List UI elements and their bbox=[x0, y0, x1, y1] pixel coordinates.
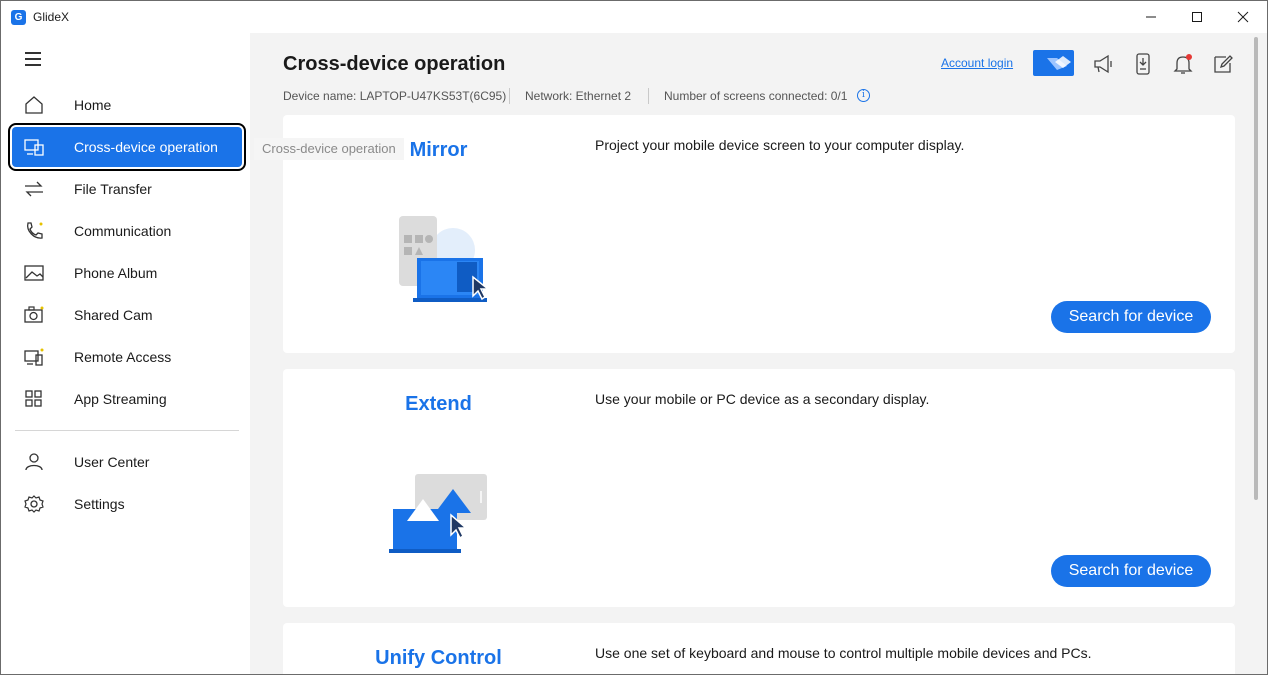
close-icon bbox=[1237, 11, 1249, 23]
sidebar-item-label: Settings bbox=[74, 496, 125, 512]
tooltip: Cross-device operation bbox=[254, 138, 404, 160]
page-title: Cross-device operation bbox=[283, 53, 506, 75]
card-title: Unify Control bbox=[375, 647, 502, 669]
divider bbox=[509, 88, 510, 104]
promo-banner-button[interactable] bbox=[1033, 50, 1074, 76]
maximize-button[interactable] bbox=[1174, 1, 1220, 33]
screens-connected-label: Number of screens connected: 0/1 bbox=[664, 89, 848, 103]
promo-logo-icon bbox=[1047, 56, 1071, 70]
remote-access-icon bbox=[24, 348, 44, 366]
bell-icon bbox=[1173, 54, 1193, 74]
notifications-button[interactable] bbox=[1171, 52, 1195, 76]
home-icon bbox=[25, 96, 43, 114]
feedback-icon bbox=[1214, 55, 1233, 73]
hamburger-icon bbox=[25, 52, 41, 54]
phone-icon bbox=[27, 222, 43, 239]
sidebar-item-label: Cross-device operation bbox=[74, 139, 218, 155]
hamburger-line bbox=[25, 64, 41, 66]
app-window: G GlideX Home Cross-device operation Fil… bbox=[0, 0, 1268, 675]
sidebar-item-label: Communication bbox=[74, 223, 172, 239]
network-label: Network: Ethernet 2 bbox=[525, 89, 632, 103]
device-name-label: Device name: LAPTOP-U47KS53T(6C95) bbox=[283, 89, 507, 103]
menu-toggle-button[interactable] bbox=[23, 49, 45, 67]
apps-grid-icon bbox=[25, 390, 42, 407]
sidebar-item-label: User Center bbox=[74, 454, 150, 470]
close-button[interactable] bbox=[1220, 1, 1266, 33]
title-bar: G GlideX bbox=[1, 1, 1267, 33]
card-description: Use your mobile or PC device as a second… bbox=[595, 391, 930, 407]
file-transfer-icon bbox=[25, 181, 43, 197]
extend-search-button[interactable]: Search for device bbox=[1051, 555, 1211, 587]
announcement-button[interactable] bbox=[1091, 52, 1115, 76]
sidebar-divider bbox=[15, 430, 239, 431]
sidebar-item-file-transfer[interactable]: File Transfer bbox=[12, 169, 242, 209]
window-title: GlideX bbox=[33, 10, 70, 24]
minimize-icon bbox=[1146, 16, 1156, 18]
divider bbox=[648, 88, 649, 104]
minimize-button[interactable] bbox=[1128, 1, 1174, 33]
sidebar-item-phone-album[interactable]: Phone Album bbox=[12, 253, 242, 293]
camera-icon bbox=[24, 306, 44, 323]
sidebar-item-home[interactable]: Home bbox=[12, 85, 242, 125]
sidebar-item-label: File Transfer bbox=[74, 181, 152, 197]
sidebar-item-app-streaming[interactable]: App Streaming bbox=[12, 379, 242, 419]
image-icon bbox=[24, 265, 44, 281]
sidebar-item-label: Remote Access bbox=[74, 349, 172, 365]
extend-illustration-icon bbox=[389, 474, 487, 553]
sidebar-item-label: Home bbox=[74, 97, 112, 113]
card-description: Use one set of keyboard and mouse to con… bbox=[595, 645, 1092, 661]
unify-control-card: Unify Control Use one set of keyboard an… bbox=[283, 623, 1235, 674]
sidebar-item-shared-cam[interactable]: Shared Cam bbox=[12, 295, 242, 335]
sidebar-item-user-center[interactable]: User Center bbox=[12, 442, 242, 482]
main-content: Cross-device operation Device name: LAPT… bbox=[250, 33, 1267, 674]
sidebar-item-communication[interactable]: Communication bbox=[12, 211, 242, 251]
download-button[interactable] bbox=[1131, 52, 1155, 76]
sidebar-item-cross-device[interactable]: Cross-device operation bbox=[8, 123, 246, 171]
scrollbar[interactable] bbox=[1254, 37, 1258, 500]
sidebar-item-label: Shared Cam bbox=[74, 307, 153, 323]
mirror-search-button[interactable]: Search for device bbox=[1051, 301, 1211, 333]
phone-download-icon bbox=[1136, 53, 1150, 75]
sidebar-item-label: App Streaming bbox=[74, 391, 167, 407]
user-icon bbox=[25, 453, 43, 471]
card-description: Project your mobile device screen to you… bbox=[595, 137, 965, 153]
info-icon[interactable]: i bbox=[857, 89, 870, 102]
mirror-card: Mirror Project your mobile device screen… bbox=[283, 115, 1235, 353]
hamburger-line bbox=[25, 58, 41, 60]
maximize-icon bbox=[1192, 12, 1202, 22]
cross-device-icon bbox=[24, 139, 44, 156]
card-title: Extend bbox=[405, 393, 472, 415]
sidebar: Home Cross-device operation File Transfe… bbox=[1, 33, 250, 674]
gear-icon bbox=[24, 495, 44, 513]
sidebar-item-settings[interactable]: Settings bbox=[12, 484, 242, 524]
app-logo-icon: G bbox=[11, 10, 26, 25]
extend-card: Extend Use your mobile or PC device as a… bbox=[283, 369, 1235, 607]
sidebar-item-label: Phone Album bbox=[74, 265, 158, 281]
mirror-illustration-icon bbox=[399, 216, 491, 302]
megaphone-icon bbox=[1094, 54, 1112, 74]
sidebar-item-remote-access[interactable]: Remote Access bbox=[12, 337, 242, 377]
feedback-button[interactable] bbox=[1211, 52, 1235, 76]
account-login-link[interactable]: Account login bbox=[941, 56, 1013, 70]
